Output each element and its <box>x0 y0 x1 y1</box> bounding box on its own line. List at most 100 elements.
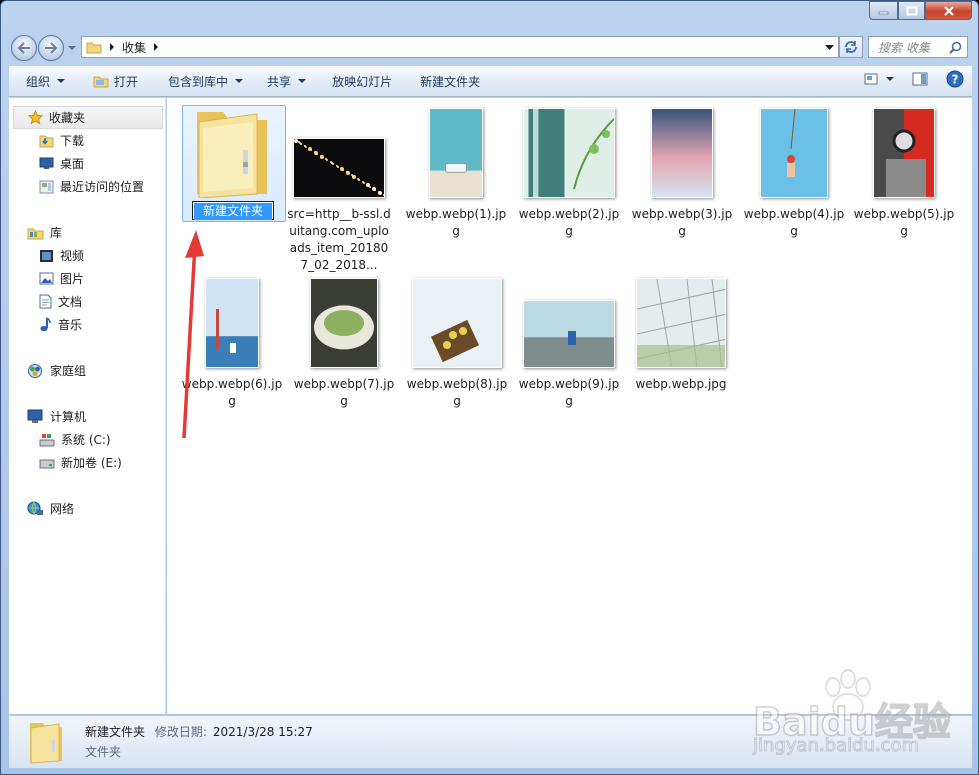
breadcrumb-folder[interactable]: 收集 <box>122 39 146 56</box>
nav-drive-c[interactable]: 系统 (C:) <box>9 428 165 451</box>
forward-button[interactable] <box>38 35 64 61</box>
view-icon <box>864 73 878 85</box>
minimize-button[interactable] <box>869 1 898 20</box>
caret-down-icon <box>298 79 307 83</box>
maximize-button[interactable] <box>898 1 925 20</box>
nav-label: 家庭组 <box>50 364 87 378</box>
include-label: 包含到库中 <box>168 74 229 89</box>
nav-recent-places[interactable]: 最近访问的位置 <box>9 175 165 198</box>
caret-down-icon <box>235 79 244 83</box>
file-item[interactable]: webp.webp(7).jpg <box>291 278 397 410</box>
nav-homegroup[interactable]: 家庭组 <box>9 359 165 382</box>
desktop-icon <box>39 157 54 169</box>
video-icon <box>40 249 53 262</box>
arrow-right-icon <box>45 42 58 54</box>
file-name: webp.webp(4).jpg <box>743 207 845 238</box>
preview-pane-icon[interactable] <box>912 72 928 86</box>
share-button[interactable]: 共享 <box>259 66 314 96</box>
drive-icon <box>39 459 55 468</box>
file-item[interactable]: webp.webp(9).jpg <box>516 300 622 410</box>
file-name: webp.webp.jpg <box>635 377 727 391</box>
refresh-icon <box>845 41 857 53</box>
nav-videos[interactable]: 视频 <box>9 244 165 267</box>
nav-downloads[interactable]: 下载 <box>9 129 165 152</box>
library-icon <box>27 228 44 239</box>
file-name: webp.webp(7).jpg <box>293 377 395 408</box>
system-drive-icon <box>39 433 55 446</box>
file-list-view[interactable]: 新建文件夹 src=http__b-ssl.duitang.com_upload… <box>167 98 972 714</box>
nav-network[interactable]: 网络 <box>9 497 165 520</box>
new-folder-button[interactable]: 新建文件夹 <box>412 66 488 96</box>
nav-label: 收藏夹 <box>49 111 86 125</box>
details-modified-label: 修改日期: <box>154 725 207 739</box>
file-name: webp.webp(9).jpg <box>518 377 620 408</box>
nav-label: 下载 <box>60 134 85 148</box>
nav-music[interactable]: 音乐 <box>9 313 165 336</box>
history-dropdown-icon[interactable] <box>67 43 77 53</box>
caption-buttons <box>869 1 972 20</box>
search-icon[interactable] <box>949 41 962 54</box>
details-info: 新建文件夹 修改日期: 2021/3/28 15:27 文件夹 <box>85 722 313 762</box>
details-type: 文件夹 <box>85 745 122 759</box>
navigation-pane: 收藏夹 下载 桌面 最近访问的位置 库 视频 图片 文档 音乐 家庭组 计算机 … <box>9 98 166 714</box>
share-label: 共享 <box>267 74 292 89</box>
include-in-library-button[interactable]: 包含到库中 <box>160 66 251 96</box>
nav-libraries[interactable]: 库 <box>9 221 165 244</box>
view-options-button[interactable] <box>864 73 894 85</box>
new-folder-label: 新建文件夹 <box>420 74 481 89</box>
nav-label: 新加卷 (E:) <box>61 456 122 470</box>
slideshow-button[interactable]: 放映幻灯片 <box>324 66 400 96</box>
rename-textbox[interactable]: 新建文件夹 <box>192 201 274 220</box>
swing-thumbnail <box>760 108 828 198</box>
details-modified-value: 2021/3/28 15:27 <box>212 725 313 739</box>
music-icon <box>40 317 51 332</box>
nav-label: 图片 <box>60 272 85 286</box>
refresh-button[interactable] <box>839 36 863 58</box>
open-folder-icon <box>93 76 109 88</box>
caret-down-icon <box>57 79 66 83</box>
network-icon <box>27 501 43 515</box>
help-icon[interactable]: ? <box>946 70 964 88</box>
file-item[interactable]: webp.webp(3).jpg <box>629 108 735 240</box>
nav-label: 库 <box>50 226 63 240</box>
nav-label: 网络 <box>50 502 75 516</box>
window-plant-thumbnail <box>523 108 615 198</box>
nav-desktop[interactable]: 桌面 <box>9 152 165 175</box>
organize-label: 组织 <box>26 74 51 89</box>
organize-button[interactable]: 组织 <box>9 66 73 96</box>
file-name: src=http__b-ssl.duitang.com_uploads_item… <box>287 207 391 272</box>
back-button[interactable] <box>11 35 37 61</box>
document-icon <box>39 294 52 309</box>
chevron-right-icon[interactable] <box>108 42 116 52</box>
chevron-right-icon[interactable] <box>152 42 160 52</box>
file-item[interactable]: webp.webp(1).jpg <box>403 108 509 240</box>
file-item[interactable]: webp.webp(8).jpg <box>404 278 510 410</box>
cake-thumbnail <box>310 278 378 368</box>
file-item[interactable]: webp.webp(2).jpg <box>516 108 622 240</box>
figurine-thumbnail <box>523 300 615 368</box>
nav-documents[interactable]: 文档 <box>9 290 165 313</box>
slideshow-label: 放映幻灯片 <box>332 74 393 89</box>
close-button[interactable] <box>925 1 972 20</box>
search-input[interactable]: 搜索 收集 <box>868 36 968 58</box>
address-dropdown-icon[interactable] <box>825 43 834 52</box>
star-icon <box>28 110 43 125</box>
file-item[interactable]: webp.webp.jpg <box>628 278 734 393</box>
address-bar[interactable]: 收集 <box>81 36 839 58</box>
file-name: webp.webp(2).jpg <box>518 207 620 238</box>
open-button[interactable]: 打开 <box>85 66 146 96</box>
file-item[interactable]: src=http__b-ssl.duitang.com_uploads_item… <box>286 138 392 274</box>
nav-label: 桌面 <box>60 157 85 171</box>
file-item[interactable]: webp.webp(4).jpg <box>741 108 847 240</box>
folder-icon <box>86 42 102 54</box>
homegroup-icon <box>28 364 42 378</box>
nav-drive-e[interactable]: 新加卷 (E:) <box>9 451 165 474</box>
nav-label: 最近访问的位置 <box>60 180 145 194</box>
nav-pictures[interactable]: 图片 <box>9 267 165 290</box>
nav-computer[interactable]: 计算机 <box>9 405 165 428</box>
nav-favorites[interactable]: 收藏夹 <box>13 106 163 129</box>
folder-icon <box>30 723 62 764</box>
file-item[interactable]: webp.webp(5).jpg <box>851 108 957 240</box>
download-folder-icon <box>39 135 54 148</box>
command-bar: 组织 打开 包含到库中 共享 放映幻灯片 新建文件夹 ? <box>9 65 972 97</box>
